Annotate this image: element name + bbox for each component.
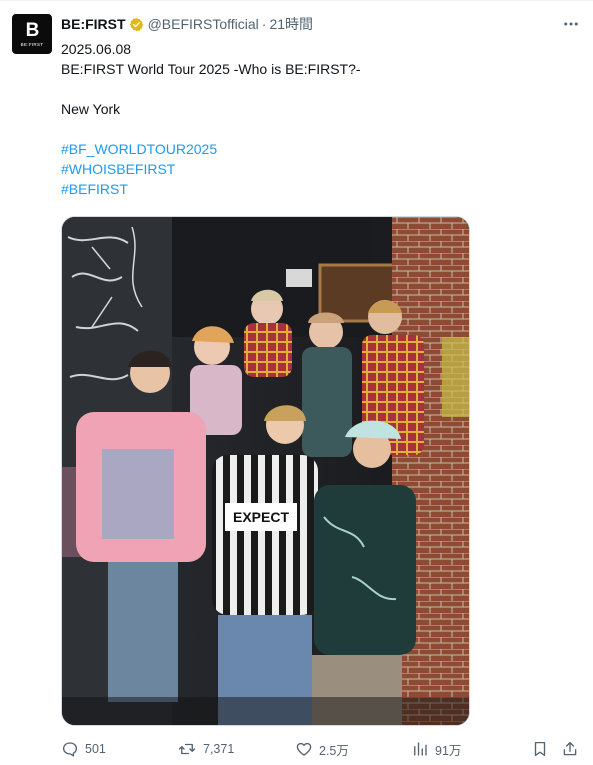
avatar-monogram: B: [25, 20, 40, 41]
post-timestamp[interactable]: 21時間: [269, 14, 313, 34]
views-button[interactable]: 91万: [411, 740, 461, 759]
like-button[interactable]: 2.5万: [295, 740, 349, 759]
reply-button[interactable]: 501: [61, 740, 106, 758]
bookmark-icon: [534, 741, 546, 757]
share-button[interactable]: [561, 740, 579, 758]
views-count: 91万: [435, 743, 462, 758]
share-icon: [563, 741, 577, 756]
post-title: BE:FIRST World Tour 2025 -Who is BE:FIRS…: [61, 61, 361, 77]
post-text: 2025.06.08 BE:FIRST World Tour 2025 -Who…: [61, 39, 361, 199]
views-chart-icon: [414, 742, 427, 756]
display-name[interactable]: BE:FIRST: [61, 16, 126, 32]
verified-badge-icon: [129, 17, 144, 32]
repost-count: 7,371: [203, 742, 235, 756]
post-photo[interactable]: EXPECT: [61, 216, 470, 726]
heart-icon: [296, 742, 312, 756]
separator-dot: ·: [261, 16, 267, 32]
post-date: 2025.06.08: [61, 41, 132, 57]
like-count: 2.5万: [319, 743, 349, 758]
repost-icon: [178, 743, 196, 755]
bookmark-button[interactable]: [531, 740, 549, 758]
reply-icon: [62, 742, 78, 757]
reply-count: 501: [85, 742, 106, 756]
post-header: BE:FIRST @BEFIRSTofficial · 21時間: [61, 14, 313, 34]
post-location: New York: [61, 101, 121, 117]
hashtag-befirst[interactable]: #BEFIRST: [61, 179, 361, 199]
action-bar: 501 7,371 2.5万 91万: [61, 738, 579, 760]
group-photo-illustration: EXPECT: [62, 217, 469, 725]
top-divider: [0, 0, 593, 1]
more-options-icon[interactable]: [561, 14, 581, 34]
hashtag-whoisbefirst[interactable]: #WHOISBEFIRST: [61, 159, 361, 179]
hashtag-worldtour[interactable]: #BF_WORLDTOUR2025: [61, 139, 361, 159]
avatar-label: BE:FIRST: [20, 42, 44, 47]
account-handle[interactable]: @BEFIRSTofficial: [148, 16, 259, 32]
repost-button[interactable]: 7,371: [177, 740, 234, 758]
avatar[interactable]: B BE:FIRST: [12, 14, 52, 54]
shirt-text: EXPECT: [233, 509, 289, 525]
